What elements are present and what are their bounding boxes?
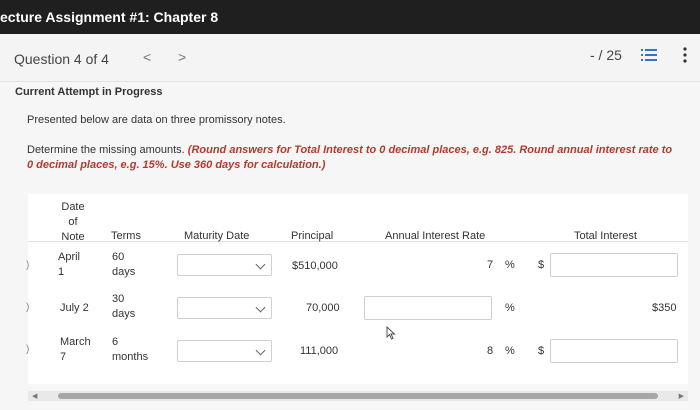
- maturity-date-select[interactable]: [177, 254, 272, 276]
- header-annual-interest-rate: Annual Interest Rate: [385, 230, 486, 242]
- total-interest-input[interactable]: [550, 339, 678, 363]
- row-date-line1: March: [60, 336, 91, 348]
- table-header: Date of Note Terms Maturity Date Princip…: [28, 194, 688, 245]
- row-rate: 7: [487, 259, 494, 271]
- attempt-status: Current Attempt in Progress: [15, 86, 163, 98]
- row-principal: 70,000: [306, 302, 340, 314]
- total-interest-input[interactable]: [550, 253, 678, 277]
- list-icon[interactable]: [641, 48, 657, 62]
- prev-question-button[interactable]: <: [143, 49, 151, 65]
- row-terms-line2: months: [112, 351, 149, 363]
- row-date-line1: July 2: [60, 302, 89, 314]
- maturity-date-select[interactable]: [177, 340, 272, 362]
- maturity-date-select[interactable]: [177, 297, 272, 319]
- header-date-line1: Date: [61, 201, 85, 213]
- assignment-header: ecture Assignment #1: Chapter 8: [0, 0, 700, 34]
- row-date-line2: 1: [58, 266, 65, 278]
- mouse-cursor-icon: [386, 326, 396, 340]
- row-dollar: $: [538, 345, 545, 357]
- question-counter: Question 4 of 4: [14, 51, 109, 67]
- row-terms: 30 days: [112, 292, 135, 322]
- header-total-interest: Total Interest: [574, 230, 637, 242]
- chevron-down-icon: [255, 259, 266, 270]
- row-marker: ): [26, 302, 30, 313]
- more-vertical-icon[interactable]: [682, 47, 688, 63]
- row-percent: %: [505, 259, 515, 271]
- row-principal: 111,000: [300, 345, 339, 357]
- horizontal-scrollbar[interactable]: ◀ ▶: [28, 391, 688, 401]
- table-row: ) March 7 6 months 111,000 8 % $: [26, 330, 688, 372]
- row-terms-line1: 6: [112, 336, 119, 348]
- row-date: March 7: [60, 335, 91, 365]
- row-date-line1: April: [58, 251, 81, 263]
- header-date-line3: Note: [61, 231, 85, 243]
- table-row: ) April 1 60 days $510,000 7 % $: [26, 246, 688, 288]
- row-marker: ): [26, 260, 30, 271]
- row-terms: 6 months: [112, 335, 148, 365]
- assignment-title: ecture Assignment #1: Chapter 8: [0, 9, 219, 25]
- table-row: ) July 2 30 days 70,000 % $350: [26, 288, 688, 330]
- chevron-down-icon: [255, 345, 266, 356]
- row-rate: 8: [487, 345, 494, 357]
- annual-interest-rate-input[interactable]: [364, 296, 492, 320]
- header-principal: Principal: [291, 230, 334, 242]
- chevron-down-icon: [255, 302, 266, 313]
- question-score: - / 25: [590, 47, 622, 63]
- row-terms-line2: days: [112, 308, 136, 320]
- row-dollar: $: [538, 259, 545, 271]
- row-percent: %: [505, 345, 515, 357]
- row-total-interest: $350: [652, 302, 677, 314]
- header-date-line2: of: [68, 216, 78, 228]
- row-percent: %: [505, 302, 515, 314]
- instructions-plain: Determine the missing amounts.: [27, 144, 185, 156]
- scroll-right-icon[interactable]: ▶: [679, 392, 684, 400]
- row-date: April 1: [58, 250, 80, 280]
- scroll-left-icon[interactable]: ◀: [32, 392, 37, 400]
- row-principal: $510,000: [292, 260, 338, 272]
- question-bar: Question 4 of 4 < > - / 25: [0, 34, 700, 82]
- row-terms-line2: days: [112, 266, 136, 278]
- header-maturity-date: Maturity Date: [184, 230, 250, 242]
- question-content: Current Attempt in Progress Presented be…: [0, 82, 700, 410]
- question-intro: Presented below are data on three promis…: [27, 114, 286, 126]
- row-terms-line1: 60: [112, 251, 125, 263]
- header-terms: Terms: [111, 230, 141, 242]
- scrollbar-thumb[interactable]: [58, 393, 658, 399]
- row-date-line2: 7: [60, 351, 67, 363]
- header-date-of-note: Date of Note: [56, 200, 90, 245]
- row-marker: ): [26, 344, 30, 355]
- question-instructions: Determine the missing amounts. (Round an…: [27, 143, 677, 173]
- notes-table: Date of Note Terms Maturity Date Princip…: [26, 194, 688, 384]
- next-question-button[interactable]: >: [178, 49, 186, 65]
- row-terms-line1: 30: [112, 293, 125, 305]
- row-date: July 2: [60, 301, 89, 316]
- row-terms: 60 days: [112, 250, 135, 280]
